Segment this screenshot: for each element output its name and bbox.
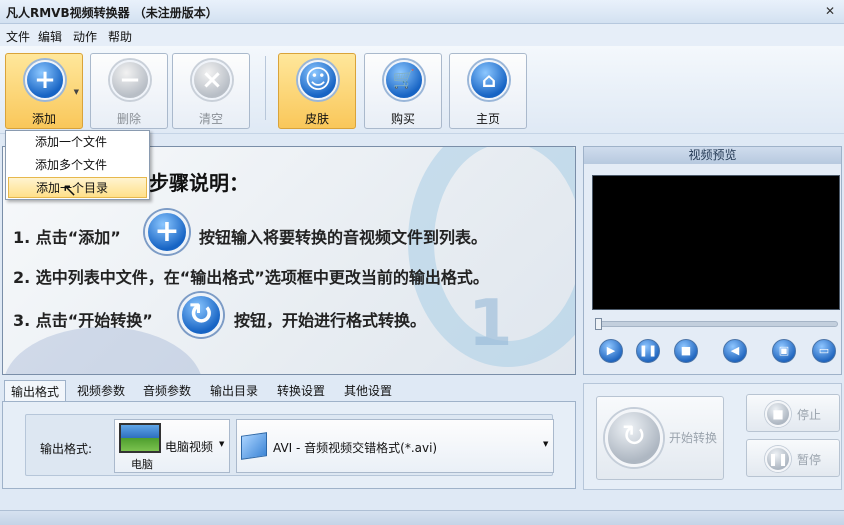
format-group: 输出格式: 电脑 电脑视频 ▼ AVI - 音频视频交错格式(*.avi) ▼ <box>25 414 554 476</box>
status-bar <box>0 510 844 525</box>
buy-button-label: 购买 <box>390 112 415 126</box>
menu-help[interactable]: 帮助 <box>108 28 132 45</box>
step-1-text: 1. 点击“添加” <box>13 228 121 247</box>
step-3-text: 3. 点击“开始转换” <box>13 311 153 330</box>
mouse-cursor-icon: ↖ <box>62 180 78 201</box>
close-button[interactable]: ✕ <box>822 4 838 18</box>
add-button-label: 添加 <box>31 112 56 126</box>
convert-arrow-icon: ↻ <box>605 409 663 467</box>
window-title: 凡人RMVB视频转换器 （未注册版本） <box>6 6 218 20</box>
toolbar-divider <box>265 56 266 120</box>
chevron-down-icon: ▼ <box>543 440 549 448</box>
tab-convert-settings[interactable]: 转换设置 <box>271 380 331 402</box>
home-button[interactable]: ⌂ 主页 <box>449 53 527 129</box>
start-convert-button[interactable]: ↻ 开始转换 <box>596 396 724 480</box>
tab-audio-params[interactable]: 音频参数 <box>137 380 197 402</box>
stop-button[interactable]: ■ <box>674 339 698 363</box>
delete-button-label: 删除 <box>116 112 141 126</box>
settings-tabs: 输出格式 视频参数 音频参数 输出目录 转换设置 其他设置 <box>2 380 576 402</box>
convert-arrow-icon: ↻ <box>179 293 223 337</box>
menu-edit[interactable]: 编辑 <box>38 28 62 45</box>
toolbar: + ▼ 添加 − 删除 × 清空 ☺ 皮肤 🛒 购买 ⌂ 主页 <box>0 46 844 134</box>
tab-other-settings[interactable]: 其他设置 <box>338 380 398 402</box>
plus-icon: + <box>145 210 189 254</box>
house-icon: ⌂ <box>469 60 509 100</box>
camera-icon: ▣ <box>778 344 790 357</box>
play-icon: ▶ <box>606 344 616 357</box>
pause-convert-label: 暂停 <box>797 453 822 467</box>
pause-convert-button[interactable]: ❚❚ 暂停 <box>746 439 840 477</box>
guide-heading: 步骤说明： <box>149 171 249 195</box>
open-folder-button[interactable]: ▭ <box>812 339 836 363</box>
tab-output-format[interactable]: 输出格式 <box>4 380 67 402</box>
folder-icon: ▭ <box>818 344 830 357</box>
add-menu-item-multiple-files[interactable]: 添加多个文件 <box>8 155 147 176</box>
device-select[interactable]: 电脑 电脑视频 ▼ <box>114 419 230 473</box>
speaker-icon: ◀ <box>730 344 740 357</box>
cube-icon <box>241 432 267 460</box>
buy-button[interactable]: 🛒 购买 <box>364 53 442 129</box>
output-format-panel: 输出格式: 电脑 电脑视频 ▼ AVI - 音频视频交错格式(*.avi) ▼ <box>2 401 576 489</box>
chevron-down-icon[interactable]: ▼ <box>74 88 79 96</box>
cart-icon: 🛒 <box>384 60 424 100</box>
stop-convert-button[interactable]: ■ 停止 <box>746 394 840 432</box>
step-3-text-end: 按钮，开始进行格式转换。 <box>234 311 427 330</box>
chevron-down-icon: ▼ <box>219 440 225 448</box>
tab-output-dir[interactable]: 输出目录 <box>204 380 264 402</box>
menu-bar: 文件 编辑 动作 帮助 <box>0 24 844 46</box>
stop-convert-label: 停止 <box>797 408 822 422</box>
format-select[interactable]: AVI - 音频视频交错格式(*.avi) ▼ <box>236 419 554 473</box>
skin-button-label: 皮肤 <box>304 112 329 126</box>
add-menu-item-one-file[interactable]: 添加一个文件 <box>8 132 147 153</box>
preview-title: 视频预览 <box>584 147 841 164</box>
home-button-label: 主页 <box>475 112 500 126</box>
format-value: AVI - 音频视频交错格式(*.avi) <box>273 441 438 455</box>
pause-button[interactable]: ❚❚ <box>636 339 660 363</box>
title-bar: 凡人RMVB视频转换器 （未注册版本） ✕ <box>0 0 844 24</box>
x-icon: × <box>192 60 232 100</box>
start-convert-label: 开始转换 <box>669 431 718 445</box>
stop-icon: ■ <box>765 401 791 427</box>
monitor-icon <box>119 423 161 453</box>
minus-icon: − <box>110 60 150 100</box>
skin-button[interactable]: ☺ 皮肤 <box>278 53 356 129</box>
tab-video-params[interactable]: 视频参数 <box>71 380 131 402</box>
decor-ring <box>3 327 203 374</box>
seek-thumb[interactable] <box>595 318 602 330</box>
convert-panel: ↻ 开始转换 ■ 停止 ❚❚ 暂停 <box>583 383 842 490</box>
step-2-text: 2. 选中列表中文件，在“输出格式”选项框中更改当前的输出格式。 <box>13 268 489 287</box>
step-1-text-end: 按钮输入将要转换的音视频文件到列表。 <box>199 228 488 247</box>
clear-button[interactable]: × 清空 <box>172 53 250 129</box>
watermark-number: 1 <box>468 287 513 361</box>
video-screen <box>592 175 840 310</box>
output-format-label: 输出格式: <box>40 442 93 456</box>
device-caption: 电脑 <box>131 458 153 471</box>
play-button[interactable]: ▶ <box>599 339 623 363</box>
pause-icon: ❚❚ <box>638 344 658 357</box>
delete-button[interactable]: − 删除 <box>90 53 168 129</box>
clear-button-label: 清空 <box>198 112 223 126</box>
pause-icon: ❚❚ <box>765 446 791 472</box>
stop-icon: ■ <box>680 344 692 357</box>
seek-slider[interactable] <box>595 318 838 330</box>
menu-action[interactable]: 动作 <box>73 28 97 45</box>
menu-file[interactable]: 文件 <box>6 28 30 45</box>
add-button[interactable]: + ▼ 添加 <box>5 53 83 129</box>
add-dropdown-menu: 添加一个文件 添加多个文件 添加一个目录 <box>5 130 150 200</box>
volume-button[interactable]: ◀ <box>723 339 747 363</box>
smiley-icon: ☺ <box>298 60 338 100</box>
add-menu-item-folder[interactable]: 添加一个目录 <box>8 177 147 198</box>
snapshot-button[interactable]: ▣ <box>772 339 796 363</box>
plus-icon: + <box>25 60 65 100</box>
video-preview-panel: 视频预览 ▶ ❚❚ ■ ◀ ▣ ▭ <box>583 146 842 375</box>
device-value: 电脑视频 <box>165 440 214 454</box>
